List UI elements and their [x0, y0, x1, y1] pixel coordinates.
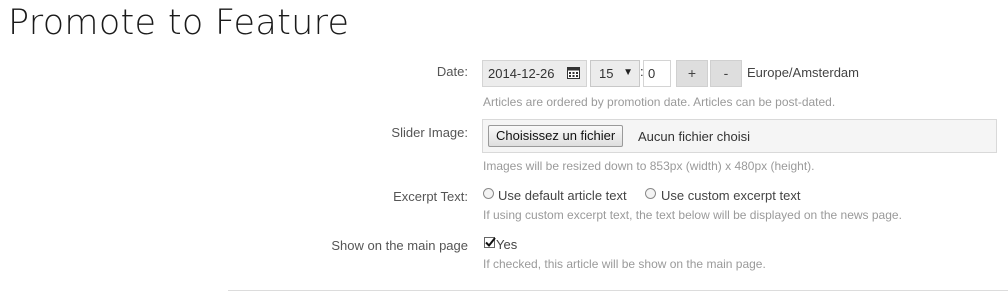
- excerpt-help: If using custom excerpt text, the text b…: [483, 208, 902, 222]
- date-value: 2014-12-26: [488, 66, 555, 81]
- minute-value: 0: [648, 66, 656, 81]
- minute-input[interactable]: 0: [643, 60, 671, 87]
- show-main-page-yes-label[interactable]: Yes: [496, 237, 517, 252]
- slider-image-label: Slider Image:: [391, 125, 468, 140]
- hour-select[interactable]: 15 ▼: [590, 60, 640, 87]
- timezone-label: Europe/Amsterdam: [747, 65, 859, 80]
- section-divider: [228, 290, 1008, 291]
- date-label: Date:: [436, 64, 468, 79]
- show-main-page-label: Show on the main page: [331, 238, 468, 253]
- radio-custom-label[interactable]: Use custom excerpt text: [661, 188, 800, 203]
- show-main-page-help: If checked, this article will be show on…: [483, 257, 766, 271]
- hour-value: 15: [599, 66, 614, 81]
- file-status: Aucun fichier choisi: [638, 129, 750, 144]
- increment-button[interactable]: +: [676, 60, 708, 87]
- radio-default-label[interactable]: Use default article text: [498, 188, 627, 203]
- calendar-icon[interactable]: [567, 67, 580, 79]
- date-help: Articles are ordered by promotion date. …: [483, 95, 836, 109]
- slider-image-field: Choisissez un fichier Aucun fichier choi…: [482, 119, 997, 153]
- excerpt-text-label: Excerpt Text:: [393, 189, 468, 204]
- decrement-button[interactable]: -: [710, 60, 742, 87]
- show-main-page-checkbox[interactable]: [484, 237, 496, 248]
- chevron-down-icon: ▼: [623, 67, 633, 78]
- radio-default-article-text[interactable]: [483, 188, 494, 199]
- choose-file-button[interactable]: Choisissez un fichier: [488, 125, 624, 147]
- slider-image-help: Images will be resized down to 853px (wi…: [483, 159, 815, 173]
- radio-custom-excerpt-text[interactable]: [645, 188, 656, 199]
- date-input[interactable]: 2014-12-26: [482, 60, 587, 87]
- page-title: Promote to Feature: [8, 3, 350, 43]
